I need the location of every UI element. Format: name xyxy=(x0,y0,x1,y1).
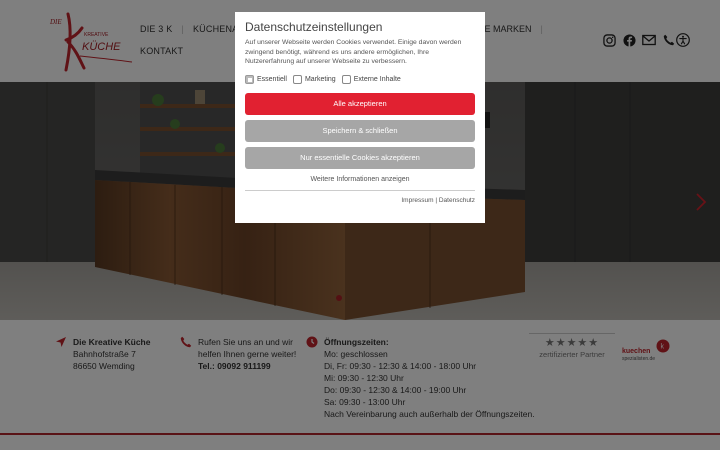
checkbox-externe-inhalte[interactable]: Externe Inhalte xyxy=(341,75,401,84)
cookie-consent-dialog: Datenschutzeinstellungen Auf unserer Web… xyxy=(235,12,485,223)
link-separator: | xyxy=(435,196,438,204)
dialog-links: Impressum | Datenschutz xyxy=(245,197,475,204)
essential-only-button[interactable]: Nur essentielle Cookies akzeptieren xyxy=(245,146,475,169)
save-close-button[interactable]: Speichern & schließen xyxy=(245,119,475,142)
dialog-title: Datenschutzeinstellungen xyxy=(245,20,383,34)
dialog-divider xyxy=(245,189,475,191)
checkbox-label: Externe Inhalte xyxy=(353,76,401,83)
checkbox-box[interactable] xyxy=(341,75,351,84)
checkbox-essentiell[interactable]: Essentiell xyxy=(245,75,287,84)
checkbox-box[interactable] xyxy=(245,75,254,84)
impressum-link[interactable]: Impressum xyxy=(401,197,433,204)
accept-all-button[interactable]: Alle akzeptieren xyxy=(245,92,475,115)
checkbox-label: Marketing xyxy=(304,76,336,83)
checkbox-box[interactable] xyxy=(292,75,302,84)
checkbox-marketing[interactable]: Marketing xyxy=(292,75,336,84)
datenschutz-link[interactable]: Datenschutz xyxy=(439,197,475,204)
dialog-description: Auf unserer Webseite werden Cookies verw… xyxy=(245,39,462,65)
more-info-link[interactable]: Weitere Informationen anzeigen xyxy=(245,174,475,186)
consent-checkboxes: Essentiell Marketing Externe Inhalte xyxy=(245,75,475,85)
checkbox-label: Essentiell xyxy=(257,76,287,83)
